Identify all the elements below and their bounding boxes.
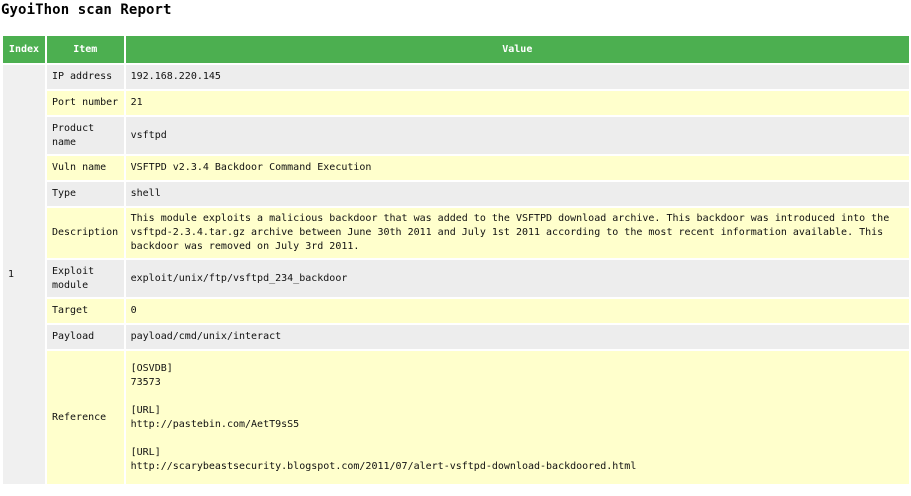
value-cell: [OSVDB] 73573 [URL] http://pastebin.com/… [125, 351, 909, 484]
table-row: Payload payload/cmd/unix/interact [3, 325, 909, 349]
item-cell: Description [46, 208, 124, 258]
column-header-item: Item [46, 36, 124, 63]
table-row: Exploit module exploit/unix/ftp/vsftpd_2… [3, 260, 909, 297]
table-row: 1 IP address 192.168.220.145 [3, 65, 909, 484]
item-cell: Exploit module [46, 260, 124, 297]
item-cell: Vuln name [46, 156, 124, 180]
item-cell: Product name [46, 117, 124, 154]
item-cell: Reference [46, 351, 124, 484]
item-cell: Port number [46, 91, 124, 115]
table-row: Reference [OSVDB] 73573 [URL] http://pas… [3, 351, 909, 484]
item-cell: Payload [46, 325, 124, 349]
value-cell: payload/cmd/unix/interact [125, 325, 909, 349]
item-cell: Target [46, 299, 124, 323]
value-cell: VSFTPD v2.3.4 Backdoor Command Execution [125, 156, 909, 180]
table-row: Description This module exploits a malic… [3, 208, 909, 258]
table-row: Product name vsftpd [3, 117, 909, 154]
table-header-row: Index Item Value [3, 36, 909, 63]
scan-report-table: Index Item Value 1 IP address 192.168.22… [1, 34, 911, 486]
table-row: Target 0 [3, 299, 909, 323]
value-cell: exploit/unix/ftp/vsftpd_234_backdoor [125, 260, 909, 297]
item-cell: IP address [46, 65, 124, 89]
item-cell: Type [46, 182, 124, 206]
column-header-value: Value [125, 36, 909, 63]
value-cell: vsftpd [125, 117, 909, 154]
value-cell: 192.168.220.145 [125, 65, 909, 89]
table-row: Vuln name VSFTPD v2.3.4 Backdoor Command… [3, 156, 909, 180]
table-row: Port number 21 [3, 91, 909, 115]
column-header-index: Index [3, 36, 45, 63]
value-cell: This module exploits a malicious backdoo… [125, 208, 909, 258]
report-title: GyoiThon scan Report [1, 2, 172, 18]
index-cell: 1 [3, 65, 45, 484]
table-row: Type shell [3, 182, 909, 206]
value-cell: shell [125, 182, 909, 206]
value-cell: 21 [125, 91, 909, 115]
value-cell: 0 [125, 299, 909, 323]
